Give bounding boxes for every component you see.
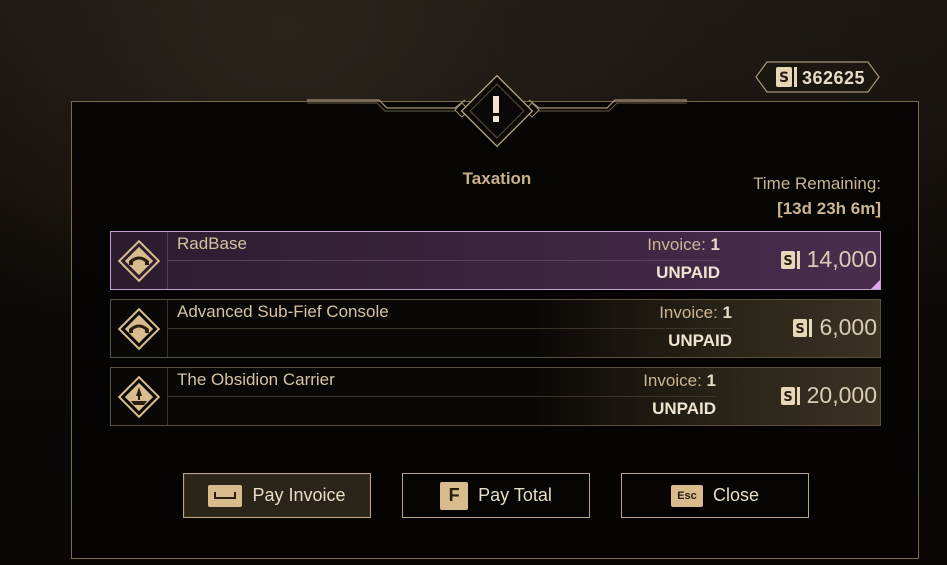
bridge-icon xyxy=(117,239,161,283)
dollar-s-icon: S xyxy=(780,251,800,269)
bridge-icon xyxy=(117,307,161,351)
dollar-s-icon: S xyxy=(776,67,797,87)
invoice-number: Invoice: 1 xyxy=(647,235,720,254)
invoice-name: The Obsidion Carrier xyxy=(177,370,335,389)
time-remaining-value: [13d 23h 6m] xyxy=(777,199,881,218)
pay-total-label: Pay Total xyxy=(478,485,552,505)
pay-invoice-button[interactable]: Pay Invoice xyxy=(183,473,371,518)
invoice-row-radbase[interactable]: RadBase Invoice: 1 UNPAID S 14,000 xyxy=(110,231,881,290)
invoice-status: UNPAID xyxy=(668,331,732,350)
svg-text:S: S xyxy=(783,254,792,269)
space-key-icon xyxy=(208,484,243,507)
currency-amount: 362625 xyxy=(802,68,866,88)
invoice-amount: S 6,000 xyxy=(793,314,877,341)
time-remaining-label: Time Remaining: xyxy=(753,174,881,193)
currency-display: S 362625 xyxy=(755,61,880,93)
close-button[interactable]: Esc Close xyxy=(621,473,809,518)
pay-total-button[interactable]: F Pay Total xyxy=(402,473,590,518)
dollar-s-icon: S xyxy=(780,387,800,405)
ship-icon xyxy=(117,375,161,419)
exclamation-icon xyxy=(493,96,499,122)
invoice-row-obsidion-carrier[interactable]: The Obsidion Carrier Invoice: 1 UNPAID S… xyxy=(110,367,881,426)
invoice-status: UNPAID xyxy=(652,399,716,418)
invoice-name: RadBase xyxy=(177,234,247,253)
pay-invoice-label: Pay Invoice xyxy=(252,485,346,505)
invoice-status: UNPAID xyxy=(656,263,720,282)
close-label: Close xyxy=(712,485,760,505)
selection-corner xyxy=(871,280,880,289)
f-key-icon: F xyxy=(440,481,469,510)
panel-title: Taxation xyxy=(462,169,532,188)
svg-text:S: S xyxy=(796,322,805,337)
invoice-amount: S 20,000 xyxy=(780,382,877,409)
invoice-row-sub-fief-console[interactable]: Advanced Sub-Fief Console Invoice: 1 UNP… xyxy=(110,299,881,358)
invoice-amount: S 14,000 xyxy=(780,246,877,273)
invoice-number: Invoice: 1 xyxy=(659,303,732,322)
svg-text:S: S xyxy=(779,70,789,86)
svg-text:S: S xyxy=(783,390,792,405)
invoice-number: Invoice: 1 xyxy=(643,371,716,390)
dollar-s-icon: S xyxy=(793,319,813,337)
invoice-name: Advanced Sub-Fief Console xyxy=(177,302,389,321)
esc-key-icon: Esc xyxy=(670,484,703,507)
